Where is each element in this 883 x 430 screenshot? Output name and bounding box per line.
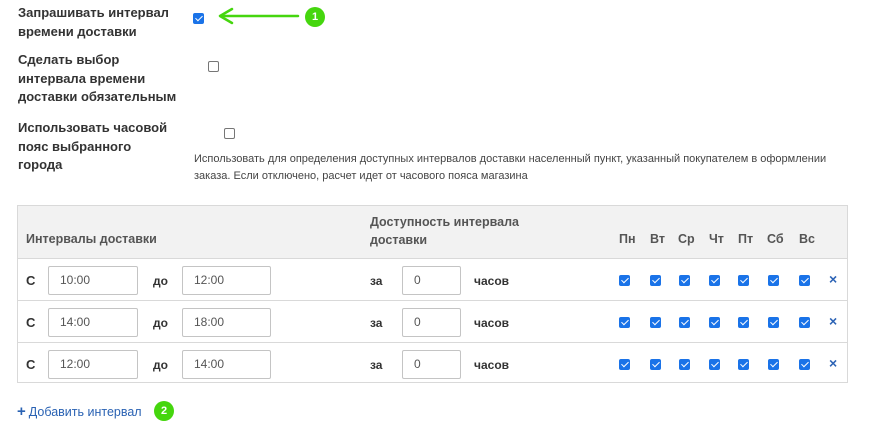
row-prefix: С [26, 357, 36, 372]
day-checkbox-wed[interactable] [679, 359, 690, 370]
delete-row-icon[interactable]: × [829, 313, 837, 329]
delete-row-icon[interactable]: × [829, 355, 837, 371]
day-checkbox-fri[interactable] [738, 359, 749, 370]
to-time-input[interactable]: 18:00 [182, 308, 271, 337]
table-row: С 14:00 до 18:00 за 0 часов × [18, 301, 847, 343]
day-checkbox-thu[interactable] [709, 317, 720, 328]
setting-label-required-interval: Сделать выбор интервала времени доставки… [18, 52, 177, 104]
day-checkbox-sat[interactable] [768, 359, 779, 370]
in-label: за [370, 274, 383, 288]
hours-input[interactable]: 0 [402, 308, 461, 337]
day-checkbox-mon[interactable] [619, 275, 630, 286]
day-checkbox-wed[interactable] [679, 275, 690, 286]
day-checkbox-sun[interactable] [799, 359, 810, 370]
add-interval-label: Добавить интервал [28, 405, 142, 419]
setting-label-request-interval: Запрашивать интервал времени доставки [18, 5, 169, 39]
day-checkbox-sun[interactable] [799, 275, 810, 286]
day-checkbox-mon[interactable] [619, 359, 630, 370]
setting-label-city-timezone: Использовать часовой пояс выбранного гор… [18, 120, 168, 172]
intervals-table: Интервалы доставки Доступность интервала… [17, 205, 848, 383]
marker-2: 2 [154, 401, 174, 421]
to-label: до [153, 316, 168, 330]
hours-label: часов [474, 316, 510, 330]
day-checkbox-fri[interactable] [738, 275, 749, 286]
day-header-mon: Пн [619, 232, 636, 246]
to-time-input[interactable]: 12:00 [182, 266, 271, 295]
header-intervals: Интервалы доставки [26, 232, 157, 246]
day-header-sat: Сб [767, 232, 784, 246]
day-checkbox-fri[interactable] [738, 317, 749, 328]
required-interval-checkbox[interactable] [208, 61, 220, 73]
day-header-thu: Чт [709, 232, 724, 246]
plus-icon: + [17, 403, 26, 420]
day-checkbox-thu[interactable] [709, 359, 720, 370]
from-time-input[interactable]: 10:00 [48, 266, 138, 295]
in-label: за [370, 358, 383, 372]
table-row: С 12:00 до 14:00 за 0 часов × [18, 343, 847, 385]
hours-input[interactable]: 0 [402, 350, 461, 379]
arrow-annotation-icon [218, 7, 300, 25]
day-checkbox-mon[interactable] [619, 317, 630, 328]
timezone-hint: Использовать для определения доступных и… [194, 153, 827, 182]
table-header: Интервалы доставки Доступность интервала… [18, 206, 847, 259]
hours-label: часов [474, 358, 510, 372]
day-checkbox-sun[interactable] [799, 317, 810, 328]
day-checkbox-tue[interactable] [650, 317, 661, 328]
day-checkbox-tue[interactable] [650, 275, 661, 286]
from-time-input[interactable]: 14:00 [48, 308, 138, 337]
day-checkbox-thu[interactable] [709, 275, 720, 286]
day-checkbox-tue[interactable] [650, 359, 661, 370]
row-prefix: С [26, 315, 36, 330]
to-label: до [153, 274, 168, 288]
delete-row-icon[interactable]: × [829, 271, 837, 287]
row-prefix: С [26, 273, 36, 288]
marker-1: 1 [305, 7, 325, 27]
table-row: С 10:00 до 12:00 за 0 часов × [18, 259, 847, 301]
to-time-input[interactable]: 14:00 [182, 350, 271, 379]
day-header-wed: Ср [678, 232, 695, 246]
day-checkbox-sat[interactable] [768, 275, 779, 286]
add-interval-link[interactable]: + Добавить интервал [17, 403, 142, 420]
to-label: до [153, 358, 168, 372]
in-label: за [370, 316, 383, 330]
day-header-tue: Вт [650, 232, 665, 246]
day-header-sun: Вс [799, 232, 815, 246]
from-time-input[interactable]: 12:00 [48, 350, 138, 379]
hours-input[interactable]: 0 [402, 266, 461, 295]
day-header-fri: Пт [738, 232, 754, 246]
request-interval-checkbox[interactable] [193, 13, 204, 25]
header-availability: Доступность интервала доставки [370, 215, 519, 247]
hours-label: часов [474, 274, 510, 288]
city-timezone-checkbox[interactable] [223, 128, 235, 140]
day-checkbox-wed[interactable] [679, 317, 690, 328]
day-checkbox-sat[interactable] [768, 317, 779, 328]
